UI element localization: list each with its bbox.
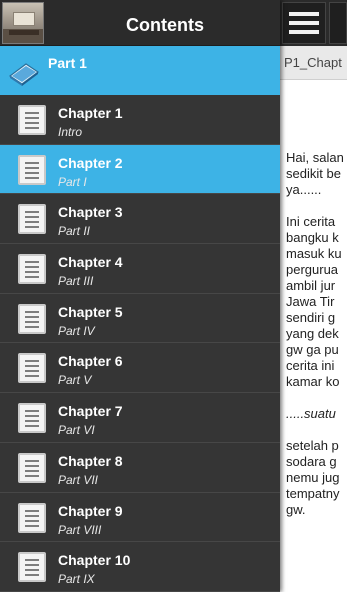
contents-drawer: Contents Part 1 Chapter 1 Intro Chapter … xyxy=(0,0,280,592)
part-label: Part 1 xyxy=(48,55,87,71)
reader-toolbar xyxy=(280,0,347,46)
chapter-subtitle: Part II xyxy=(58,224,91,239)
document-icon xyxy=(18,303,46,334)
document-icon xyxy=(18,154,46,185)
chapter-subtitle: Part I xyxy=(58,174,87,189)
text-line: masuk ku xyxy=(286,246,342,261)
app-thumbnail[interactable] xyxy=(2,2,44,44)
menu-button[interactable] xyxy=(282,2,326,44)
chapter-list: Chapter 1 Intro Chapter 2 Part I Chapter… xyxy=(0,95,280,592)
chapter-title: Chapter 4 xyxy=(58,254,123,271)
chapter-item[interactable]: Chapter 6 Part V xyxy=(0,343,280,394)
chapter-subtitle: Part IV xyxy=(58,323,95,338)
chapter-title: Chapter 6 xyxy=(58,353,123,370)
book-icon xyxy=(8,63,40,86)
chapter-item[interactable]: Chapter 3 Part II xyxy=(0,194,280,245)
text-line: gw. xyxy=(286,502,306,517)
text-line: Hai, salan xyxy=(286,150,344,165)
chapter-tab[interactable]: P1_Chapt xyxy=(280,46,347,80)
chapter-subtitle: Part IX xyxy=(58,572,95,587)
chapter-title: Chapter 10 xyxy=(58,552,131,569)
chapter-item[interactable]: Chapter 7 Part VI xyxy=(0,393,280,443)
chapter-subtitle: Part V xyxy=(58,373,92,388)
document-icon xyxy=(18,552,46,583)
chapter-item[interactable]: Chapter 4 Part III xyxy=(0,244,280,294)
chapter-title: Chapter 8 xyxy=(58,452,123,469)
toolbar-button[interactable] xyxy=(329,2,347,44)
text-line: ya...... xyxy=(286,182,322,197)
chapter-title: Chapter 7 xyxy=(58,403,123,420)
chapter-item-selected[interactable]: Chapter 2 Part I xyxy=(0,144,280,195)
chapter-item[interactable]: Chapter 8 Part VII xyxy=(0,443,280,493)
text-line: ambil jur xyxy=(286,278,336,293)
chapter-title: Chapter 1 xyxy=(58,105,123,121)
document-icon xyxy=(18,204,46,235)
text-line: sendiri g xyxy=(286,310,336,325)
text-line: nemu jug xyxy=(286,470,340,485)
chapter-item[interactable]: Chapter 1 Intro xyxy=(0,95,280,145)
text-line: Jawa Tir xyxy=(286,294,335,309)
chapter-title: Chapter 3 xyxy=(58,204,123,221)
document-icon xyxy=(18,254,46,285)
chapter-title: Chapter 9 xyxy=(58,502,123,519)
text-line: pergurua xyxy=(286,262,339,277)
document-icon xyxy=(18,403,46,434)
chapter-subtitle: Part VII xyxy=(58,472,99,487)
document-icon xyxy=(18,105,46,135)
chapter-subtitle: Intro xyxy=(58,125,83,139)
chapter-title: Chapter 2 xyxy=(58,154,123,171)
text-line: kamar ko xyxy=(286,374,340,389)
chapter-subtitle: Part VIII xyxy=(58,522,102,537)
document-icon xyxy=(18,452,46,483)
text-line: tempatny xyxy=(286,486,340,501)
text-line: bangku k xyxy=(286,230,339,245)
part-header[interactable]: Part 1 xyxy=(0,46,280,95)
drawer-header: Contents xyxy=(0,0,280,46)
text-line: .....suatu xyxy=(286,406,336,421)
text-line: yang dek xyxy=(286,326,339,341)
chapter-text: Hai, salan sedikit be ya...... Ini cerit… xyxy=(286,150,347,534)
reader-pane: P1_Chapt Hai, salan sedikit be ya...... … xyxy=(280,0,347,592)
chapter-subtitle: Part VI xyxy=(58,423,95,438)
chapter-item[interactable]: Chapter 5 Part IV xyxy=(0,294,280,344)
text-line: setelah p xyxy=(286,438,339,453)
chapter-subtitle: Part III xyxy=(58,274,94,289)
text-line: gw ga pu xyxy=(286,342,339,357)
chapter-item[interactable]: Chapter 9 Part VIII xyxy=(0,493,280,543)
chapter-item[interactable]: Chapter 10 Part IX xyxy=(0,542,280,592)
document-icon xyxy=(18,353,46,384)
text-line: sodara g xyxy=(286,454,337,469)
text-line: Ini cerita xyxy=(286,214,336,229)
text-line: sedikit be xyxy=(286,166,341,181)
chapter-title: Chapter 5 xyxy=(58,303,123,320)
drawer-title: Contents xyxy=(126,15,204,35)
hamburger-icon xyxy=(289,12,319,16)
text-line: cerita ini xyxy=(286,358,335,373)
document-icon xyxy=(18,502,46,533)
